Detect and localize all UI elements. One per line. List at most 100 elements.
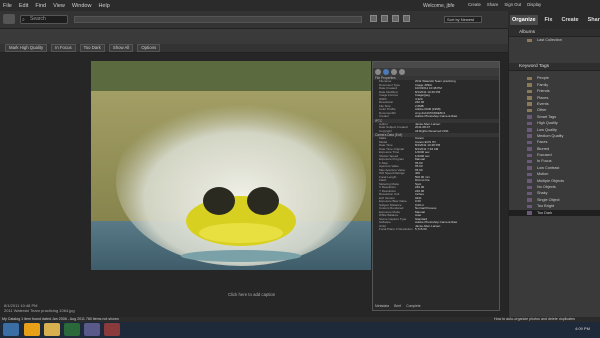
props-row: Focal Plane X Resolution 5,715.00: [373, 228, 499, 232]
keyword-label: Friends: [537, 89, 550, 94]
keyword-label: Places: [537, 95, 549, 100]
filter-in-focus[interactable]: In Focus: [51, 44, 76, 52]
tag-icon: [527, 198, 532, 202]
tag-icon: [527, 134, 532, 138]
properties-tabs: [373, 68, 499, 76]
keyword-label: High Quality: [537, 121, 558, 126]
menu-edit[interactable]: Edit: [19, 3, 28, 9]
keyword-label: Family: [537, 82, 549, 87]
menu-window[interactable]: Window: [72, 3, 92, 9]
tag-icon: [527, 185, 532, 190]
show-all-button[interactable]: Show All: [108, 44, 134, 52]
keyword-label: Low Contrast: [537, 165, 560, 170]
props-complete-radio[interactable]: Complete: [406, 304, 421, 308]
keyword-list: People Family Friends Places Events Other Smar…: [509, 75, 600, 216]
keyword-label: Motion: [537, 172, 549, 177]
props-value: 5,715.00: [415, 228, 427, 231]
props-metadata-label: Metadata: [375, 304, 390, 308]
tab-share[interactable]: Share: [586, 15, 600, 25]
album-label: Last Collection: [537, 38, 562, 42]
tag-icon: [527, 121, 532, 126]
header-create[interactable]: Create: [468, 2, 481, 7]
keyword-item[interactable]: Too Dark: [509, 209, 600, 216]
filter-too-dark[interactable]: Too Dark: [79, 44, 105, 52]
header-signout[interactable]: Sign Out: [504, 2, 521, 7]
tag-icon: [527, 102, 532, 106]
keyword-label: Smart Tags: [537, 114, 557, 119]
keyword-label: Faces: [537, 140, 548, 145]
keyword-label: Other: [537, 108, 547, 113]
tag-icon: [527, 153, 532, 158]
status-tip[interactable]: How to auto-organize photos and delete d…: [494, 317, 575, 322]
filter-high-quality[interactable]: Mark High Quality: [5, 44, 48, 52]
tag-icon: [527, 128, 532, 132]
photo-caption[interactable]: Click here to add caption: [228, 292, 275, 297]
keyword-label: In Focus: [537, 159, 552, 164]
keyword-tags-header[interactable]: Keyword Tags: [509, 63, 600, 72]
tag-icon: [527, 108, 532, 113]
props-key: Focal Plane X Resolution: [379, 228, 413, 231]
tag-icon: [527, 204, 532, 209]
explorer-icon[interactable]: [44, 323, 60, 336]
props-brief-radio[interactable]: Brief: [394, 304, 401, 308]
main-photo[interactable]: [91, 61, 371, 270]
properties-panel: File Properties Filename 2011 Waterski Tea…: [372, 61, 500, 311]
view-compare-icon[interactable]: [392, 15, 399, 22]
tag-icon: [527, 147, 532, 151]
tag-icon: [527, 166, 532, 170]
timeline-bar[interactable]: [74, 16, 362, 23]
tab-fix[interactable]: Fix: [543, 15, 555, 25]
props-value: All Rights Reserved 2011: [415, 129, 449, 133]
menu-file[interactable]: File: [3, 3, 12, 9]
start-button-icon[interactable]: [3, 323, 19, 336]
keyword-label: Too Dark: [537, 210, 553, 215]
menu-find[interactable]: Find: [35, 3, 46, 9]
album-icon: [527, 38, 532, 42]
header-display[interactable]: Display: [527, 2, 541, 7]
keyword-label: Medium Quality: [537, 133, 564, 138]
media-icon[interactable]: [84, 323, 100, 336]
tag-icon: [527, 115, 532, 119]
organizer-sidebar: Albums Last Collection Keyword Tags Peop…: [508, 29, 600, 317]
view-grid-icon[interactable]: [370, 15, 377, 22]
tag-icon: [527, 172, 532, 177]
props-key: Creator: [379, 115, 390, 118]
filter-toolbar: Mark High Quality In Focus Too Dark Show…: [0, 44, 508, 53]
album-item[interactable]: Last Collection: [509, 37, 600, 43]
photo-info: 8/1/2011 10:48 PM 2011 Waterski Team pra…: [4, 303, 75, 313]
tag-icon: [527, 211, 532, 215]
options-button[interactable]: Options: [137, 44, 161, 52]
header-share[interactable]: Share: [487, 2, 498, 7]
metadata-tab-icon[interactable]: [383, 69, 389, 75]
keyword-label: Single Object: [537, 197, 560, 202]
mode-tabs: Organize Fix Create Share: [508, 11, 600, 29]
keyword-label: Events: [537, 101, 549, 106]
tab-create[interactable]: Create: [560, 15, 581, 25]
tag-icon: [527, 191, 532, 196]
properties-body: File Properties Filename 2011 Waterski Tea…: [373, 76, 499, 232]
general-tab-icon[interactable]: [375, 69, 381, 75]
view-single-icon[interactable]: [381, 15, 388, 22]
back-icon[interactable]: [3, 14, 15, 24]
view-tags-icon[interactable]: [403, 15, 410, 22]
photo-filename: 2011 Waterski Team practicing 1064.jpg: [4, 308, 75, 313]
tag-icon: [527, 83, 532, 87]
menu-help[interactable]: Help: [98, 3, 109, 9]
tag-icon: [527, 96, 532, 100]
keywords-tab-icon[interactable]: [391, 69, 397, 75]
tag-icon: [527, 179, 532, 183]
app-icon[interactable]: [64, 323, 80, 336]
ie-icon[interactable]: [24, 323, 40, 336]
history-tab-icon[interactable]: [399, 69, 405, 75]
tag-icon: [527, 159, 532, 164]
sort-select[interactable]: Sort by Newest: [444, 16, 482, 23]
elements-icon[interactable]: [104, 323, 120, 336]
tag-icon: [527, 76, 532, 81]
albums-header[interactable]: Albums: [509, 29, 600, 37]
clock: 4:09 PM: [575, 326, 590, 331]
keyword-label: Low Quality: [537, 127, 557, 132]
tab-organize[interactable]: Organize: [510, 15, 538, 25]
search-input[interactable]: Search: [20, 15, 68, 24]
keyword-label: People: [537, 76, 549, 81]
menu-view[interactable]: View: [53, 3, 65, 9]
